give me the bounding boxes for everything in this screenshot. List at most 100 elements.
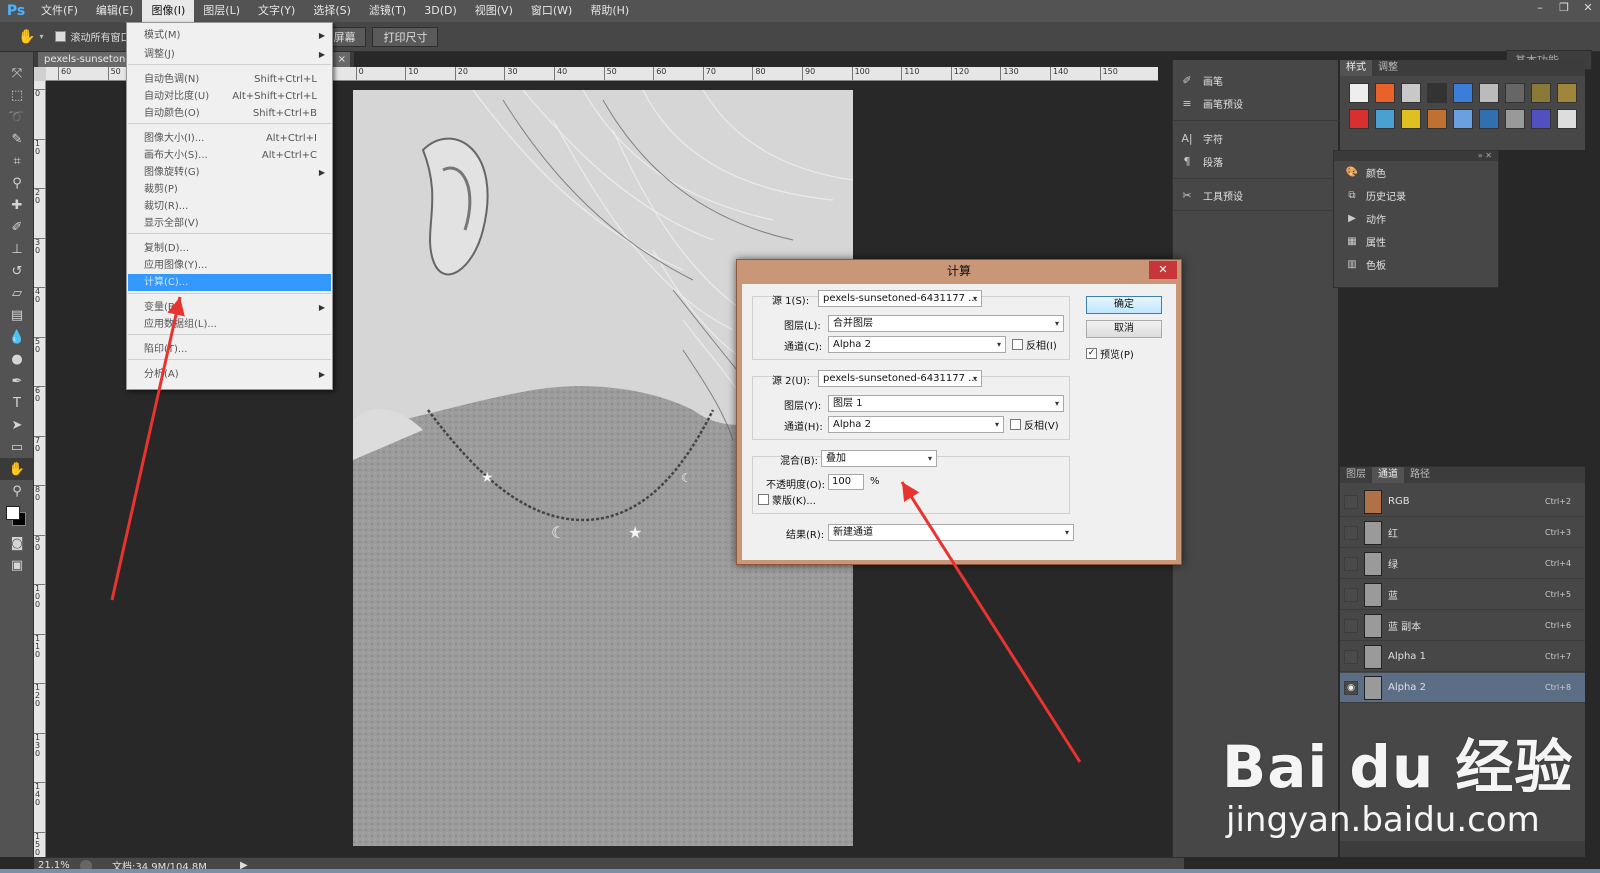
swatches-panel-button[interactable]: ▥ 色板	[1334, 253, 1498, 276]
style-swatch[interactable]	[1531, 109, 1551, 129]
history-brush-tool-icon[interactable]: ↺	[0, 260, 34, 282]
menu-image[interactable]: 图像(I)	[142, 0, 195, 22]
menu-file[interactable]: 文件(F)	[32, 0, 87, 22]
channel-row[interactable]: 蓝 副本 Ctrl+6	[1340, 611, 1585, 641]
visibility-eye-icon[interactable]	[1344, 649, 1358, 664]
layer1-select[interactable]: 合并图层 ▾	[828, 315, 1064, 332]
style-swatch[interactable]	[1401, 83, 1421, 103]
checkbox-box[interactable]	[1010, 419, 1021, 430]
image-menu-item[interactable]: 调整(J) ▶	[128, 46, 331, 63]
style-swatch[interactable]	[1427, 83, 1447, 103]
tab-adjustments[interactable]: 调整	[1372, 60, 1404, 76]
channel-row[interactable]: 绿 Ctrl+4	[1340, 549, 1585, 579]
close-tab-icon[interactable]: ×	[338, 52, 346, 67]
invert2-checkbox[interactable]: 反相(V)	[1010, 417, 1059, 432]
image-menu-item[interactable]: 图像大小(I)... Alt+Ctrl+I	[128, 130, 331, 147]
image-menu-item[interactable]: 裁切(R)...	[128, 198, 331, 215]
menu-view[interactable]: 视图(V)	[466, 0, 522, 22]
ruler-origin[interactable]	[34, 67, 46, 81]
tool-preset-chevron-icon[interactable]: ▾	[39, 32, 43, 41]
style-swatch[interactable]	[1531, 83, 1551, 103]
quick-mask-icon[interactable]: ◙	[0, 532, 34, 554]
image-menu-item[interactable]: 自动色调(N) Shift+Ctrl+L	[128, 71, 331, 88]
source2-select[interactable]: pexels-sunsetoned-6431177 ... ▾	[818, 370, 982, 387]
style-swatch[interactable]	[1557, 109, 1577, 129]
scroll-all-windows-checkbox[interactable]	[55, 31, 67, 42]
source1-select[interactable]: pexels-sunsetoned-6431177 ... ▾	[818, 290, 982, 307]
crop-tool-icon[interactable]: ⌗	[0, 150, 34, 172]
style-swatch[interactable]	[1427, 109, 1447, 129]
channel-row[interactable]: 蓝 Ctrl+5	[1340, 580, 1585, 610]
blend-select[interactable]: 叠加 ▾	[821, 450, 937, 467]
style-swatch[interactable]	[1375, 109, 1395, 129]
menu-edit[interactable]: 编辑(E)	[87, 0, 143, 22]
healing-brush-tool-icon[interactable]: ✚	[0, 194, 34, 216]
image-menu-item[interactable]: 应用图像(Y)...	[128, 257, 331, 274]
clone-stamp-tool-icon[interactable]: ⊥	[0, 238, 34, 260]
cancel-button[interactable]: 取消	[1086, 320, 1162, 338]
image-menu-item[interactable]: 变量(B) ▶	[128, 299, 331, 316]
tab-channels[interactable]: 通道	[1372, 467, 1404, 483]
style-swatch[interactable]	[1453, 109, 1473, 129]
image-menu-item[interactable]: 复制(D)...	[128, 240, 331, 257]
checkbox-box[interactable]	[758, 494, 769, 505]
style-swatch[interactable]	[1479, 83, 1499, 103]
image-menu-item[interactable]: 显示全部(V)	[128, 215, 331, 232]
pen-tool-icon[interactable]: ✒	[0, 370, 34, 392]
gradient-tool-icon[interactable]: ▤	[0, 304, 34, 326]
restore-button[interactable]: ❐	[1552, 0, 1576, 16]
channel-row[interactable]: RGB Ctrl+2	[1340, 487, 1585, 517]
move-tool-icon[interactable]: ⤧	[0, 62, 34, 84]
visibility-eye-icon[interactable]: ◉	[1344, 680, 1358, 695]
brush-tool-icon[interactable]: ✐	[0, 216, 34, 238]
menu-window[interactable]: 窗口(W)	[522, 0, 581, 22]
style-swatch[interactable]	[1453, 83, 1473, 103]
style-swatch[interactable]	[1505, 109, 1525, 129]
tab-layers[interactable]: 图层	[1340, 467, 1372, 483]
visibility-eye-icon[interactable]	[1344, 587, 1358, 602]
ok-button[interactable]: 确定	[1086, 296, 1162, 314]
zoom-tool-icon[interactable]: ⚲	[0, 480, 34, 502]
close-window-button[interactable]: ✕	[1576, 0, 1600, 16]
style-swatch[interactable]	[1349, 83, 1369, 103]
brush-panel-button[interactable]: ✐ 画笔	[1179, 70, 1223, 90]
character-panel-button[interactable]: A| 字符	[1179, 128, 1223, 148]
visibility-eye-icon[interactable]	[1344, 494, 1358, 509]
channel1-select[interactable]: Alpha 2 ▾	[828, 336, 1006, 353]
color-panel-button[interactable]: 🎨 颜色	[1334, 161, 1498, 184]
color-swatches[interactable]	[0, 502, 33, 532]
type-tool-icon[interactable]: T	[0, 392, 34, 414]
checkbox-box-checked[interactable]: ✓	[1086, 348, 1097, 359]
channel-row[interactable]: 红 Ctrl+3	[1340, 518, 1585, 548]
checkbox-box[interactable]	[1012, 339, 1023, 350]
channel2-select[interactable]: Alpha 2 ▾	[828, 416, 1004, 433]
style-swatch[interactable]	[1505, 83, 1525, 103]
style-swatch[interactable]	[1401, 109, 1421, 129]
style-swatch[interactable]	[1479, 109, 1499, 129]
image-menu-item[interactable]: 模式(M) ▶	[128, 27, 331, 44]
lasso-tool-icon[interactable]: ➰	[0, 106, 34, 128]
style-swatch[interactable]	[1557, 83, 1577, 103]
properties-panel-button[interactable]: ▦ 属性	[1334, 230, 1498, 253]
quick-select-tool-icon[interactable]: ✎	[0, 128, 34, 150]
mask-checkbox[interactable]: 蒙版(K)...	[758, 492, 816, 507]
image-menu-item[interactable]: 自动颜色(O) Shift+Ctrl+B	[128, 105, 331, 122]
tab-paths[interactable]: 路径	[1404, 467, 1436, 483]
screen-mode-icon[interactable]: ▣	[0, 554, 34, 576]
result-select[interactable]: 新建通道 ▾	[828, 524, 1074, 541]
history-panel-button[interactable]: ⧉ 历史记录	[1334, 184, 1498, 207]
channel-row[interactable]: ◉ Alpha 2 Ctrl+8	[1340, 673, 1585, 703]
actions-panel-button[interactable]: ▶ 动作	[1334, 207, 1498, 230]
paragraph-panel-button[interactable]: ¶ 段落	[1179, 151, 1224, 171]
tab-styles[interactable]: 样式	[1340, 60, 1372, 76]
eyedropper-tool-icon[interactable]: ⚲	[0, 172, 34, 194]
blur-tool-icon[interactable]: 💧	[0, 326, 34, 348]
layer2-select[interactable]: 图层 1 ▾	[828, 395, 1064, 412]
image-menu-item[interactable]: 图像旋转(G) ▶	[128, 164, 331, 181]
invert1-checkbox[interactable]: 反相(I)	[1012, 337, 1057, 352]
opacity-input[interactable]: 100	[828, 474, 864, 490]
menu-type[interactable]: 文字(Y)	[249, 0, 304, 22]
marquee-tool-icon[interactable]: ⬚	[0, 84, 34, 106]
panel-header-controls-icon[interactable]: » ✕	[1334, 151, 1498, 161]
visibility-eye-icon[interactable]	[1344, 618, 1358, 633]
